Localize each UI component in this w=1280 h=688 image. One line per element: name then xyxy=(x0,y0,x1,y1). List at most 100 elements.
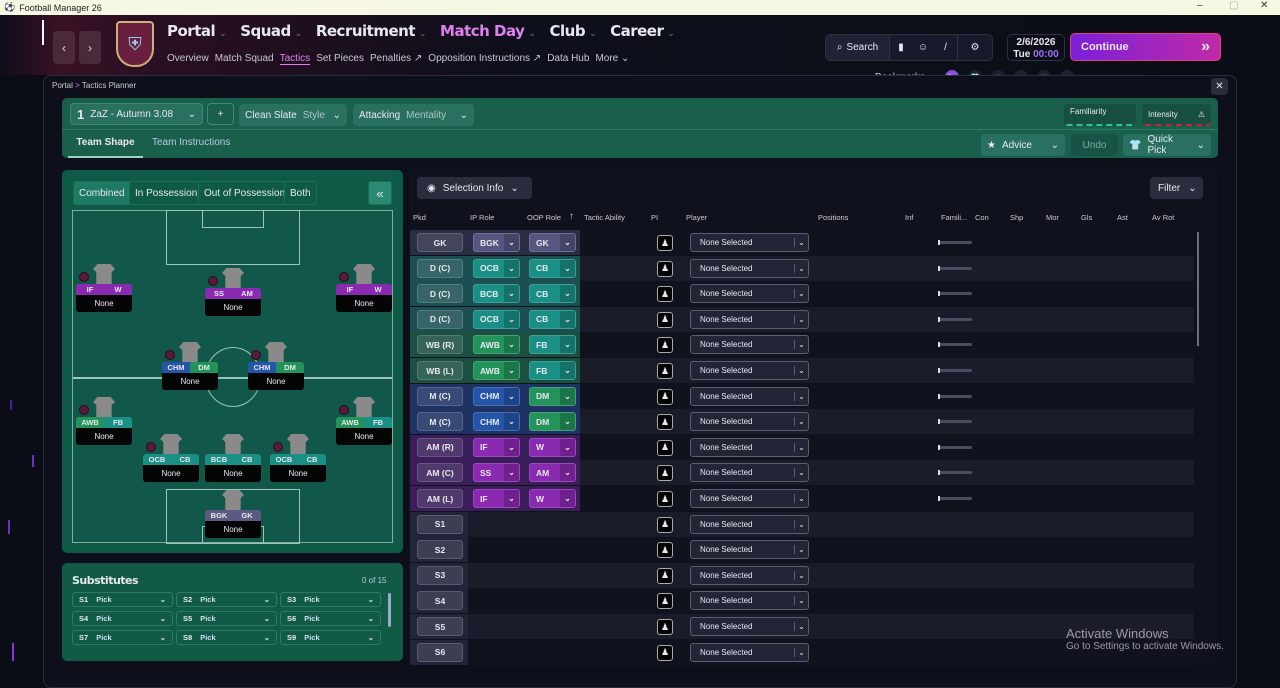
close-panel-button[interactable]: ✕ xyxy=(1211,78,1228,95)
player-card[interactable]: AWB FB None xyxy=(336,397,392,445)
player-instructions-icon[interactable]: ♟ xyxy=(657,542,673,559)
player-instructions-icon[interactable]: ♟ xyxy=(657,363,673,379)
picked-position[interactable]: WB (R) xyxy=(417,335,463,355)
ip-role-dropdown[interactable]: SS ⌄ xyxy=(473,463,520,483)
minimize-button[interactable]: – xyxy=(1197,0,1203,11)
column-header[interactable]: OOP Role xyxy=(527,213,561,222)
player-dropdown[interactable]: None Selected ⌄ xyxy=(690,284,809,304)
maximize-button[interactable]: ▢ xyxy=(1229,0,1238,11)
mode-both[interactable]: Both xyxy=(284,181,317,205)
ip-role-dropdown[interactable]: AWB ⌄ xyxy=(473,335,520,355)
player-dropdown[interactable]: None Selected ⌄ xyxy=(690,386,809,406)
player-instructions-icon[interactable]: ♟ xyxy=(657,414,673,431)
sub-slot-s6[interactable]: S6 Pick ⌄ xyxy=(280,611,381,626)
subnav-item[interactable]: Tactics xyxy=(279,53,311,65)
sub-slot-s5[interactable]: S5 Pick ⌄ xyxy=(176,611,277,626)
player-instructions-icon[interactable]: ♟ xyxy=(657,311,673,328)
subnav-item[interactable]: Set Pieces xyxy=(316,53,364,65)
picked-position[interactable]: AM (L) xyxy=(417,489,463,508)
player-dropdown[interactable]: None Selected ⌄ xyxy=(690,258,809,278)
oop-role-dropdown[interactable]: CB ⌄ xyxy=(529,258,576,278)
column-header[interactable]: Shp xyxy=(1010,213,1023,222)
player-instructions-icon[interactable]: ♟ xyxy=(657,388,673,405)
picked-position[interactable]: AM (C) xyxy=(417,463,463,483)
nav-portal[interactable]: Portal ⌄ xyxy=(167,22,227,40)
player-card[interactable]: BCB CB None xyxy=(205,434,261,482)
player-dropdown[interactable]: None Selected ⌄ xyxy=(690,412,809,432)
column-header[interactable]: Mor xyxy=(1046,213,1059,222)
player-card[interactable]: SS AM None xyxy=(205,268,261,316)
picked-position[interactable]: S4 xyxy=(417,591,463,611)
club-crest[interactable]: ⛨ xyxy=(116,21,154,67)
picked-position[interactable]: M (C) xyxy=(417,412,463,432)
breadcrumb-portal[interactable]: Portal xyxy=(52,81,73,90)
player-instructions-icon[interactable]: ♟ xyxy=(657,593,673,610)
column-header[interactable]: Ast xyxy=(1117,213,1128,222)
intensity-meter[interactable]: Intensity ⚠ xyxy=(1142,104,1211,126)
subnav-item[interactable]: More ⌄ xyxy=(595,53,629,65)
picked-position[interactable]: M (C) xyxy=(417,386,463,406)
sub-slot-s2[interactable]: S2 Pick ⌄ xyxy=(176,592,277,607)
oop-role-dropdown[interactable]: CB ⌄ xyxy=(529,309,576,329)
player-card[interactable]: OCB CB None xyxy=(143,434,199,482)
nav-career[interactable]: Career ⌄ xyxy=(610,22,675,40)
table-scrollbar[interactable] xyxy=(1197,232,1199,346)
selection-info-dropdown[interactable]: ◉ Selection Info ⌄ xyxy=(417,177,532,199)
ip-role-dropdown[interactable]: AWB ⌄ xyxy=(473,361,520,380)
ip-role-dropdown[interactable]: IF ⌄ xyxy=(473,489,520,508)
column-header[interactable]: Con xyxy=(975,213,989,222)
column-header[interactable]: PI xyxy=(651,213,658,222)
oop-role-dropdown[interactable]: FB ⌄ xyxy=(529,361,576,380)
sub-slot-s8[interactable]: S8 Pick ⌄ xyxy=(176,630,277,645)
player-dropdown[interactable]: None Selected ⌄ xyxy=(690,617,809,636)
quick-pick-button[interactable]: 👕 Quick Pick ⌄ xyxy=(1123,134,1211,156)
tab-team-instructions[interactable]: Team Instructions xyxy=(152,132,230,158)
player-instructions-icon[interactable]: ♟ xyxy=(657,619,673,635)
player-card[interactable]: CHM DM None xyxy=(248,342,304,390)
date-display[interactable]: 2/6/2026 Tue 00:00 xyxy=(1007,34,1065,61)
player-dropdown[interactable]: None Selected ⌄ xyxy=(690,489,809,508)
player-instructions-icon[interactable]: ♟ xyxy=(657,644,673,661)
player-card[interactable]: CHM DM None xyxy=(162,342,218,390)
add-tactic-button[interactable]: + xyxy=(207,103,234,125)
tactic-selector[interactable]: 1 ZaZ - Autumn 3.08 ⌄ xyxy=(70,103,203,125)
player-dropdown[interactable]: None Selected ⌄ xyxy=(690,591,809,611)
player-instructions-icon[interactable]: ♟ xyxy=(657,465,673,482)
picked-position[interactable]: S1 xyxy=(417,514,463,534)
column-header[interactable]: Av Rot xyxy=(1152,213,1174,222)
mode-out-of-possession[interactable]: Out of Possession xyxy=(198,181,292,205)
sub-slot-s9[interactable]: S9 Pick ⌄ xyxy=(280,630,381,645)
collapse-button[interactable]: « xyxy=(368,181,392,205)
ip-role-dropdown[interactable]: OCB ⌄ xyxy=(473,258,520,278)
filter-dropdown[interactable]: Filter ⌄ xyxy=(1150,177,1203,199)
search-button[interactable]: ⌕ Search xyxy=(826,35,890,60)
nav-recruitment[interactable]: Recruitment ⌄ xyxy=(316,22,427,40)
subs-scrollbar[interactable] xyxy=(388,593,391,627)
subnav-item[interactable]: Data Hub xyxy=(547,53,589,65)
picked-position[interactable]: D (C) xyxy=(417,258,463,278)
continue-button[interactable]: Continue » xyxy=(1070,33,1221,61)
sub-slot-s4[interactable]: S4 Pick ⌄ xyxy=(72,611,173,626)
sub-slot-s3[interactable]: S3 Pick ⌄ xyxy=(280,592,381,607)
column-header[interactable]: IP Role xyxy=(470,213,494,222)
subnav-item[interactable]: Match Squad xyxy=(215,53,274,65)
nav-club[interactable]: Club ⌄ xyxy=(549,22,596,40)
column-header[interactable]: Inf xyxy=(905,213,913,222)
picked-position[interactable]: GK xyxy=(417,233,463,252)
ip-role-dropdown[interactable]: BCB ⌄ xyxy=(473,284,520,304)
column-header[interactable]: Player xyxy=(686,213,707,222)
player-dropdown[interactable]: None Selected ⌄ xyxy=(690,463,809,483)
player-dropdown[interactable]: None Selected ⌄ xyxy=(690,437,809,457)
gear-icon[interactable]: ⚙ xyxy=(958,35,992,60)
subnav-item[interactable]: Penalties ↗ xyxy=(370,53,422,65)
oop-role-dropdown[interactable]: GK ⌄ xyxy=(529,233,576,252)
subnav-item[interactable]: Opposition Instructions ↗ xyxy=(428,53,541,65)
picked-position[interactable]: S6 xyxy=(417,642,463,662)
oop-role-dropdown[interactable]: DM ⌄ xyxy=(529,386,576,406)
picked-position[interactable]: D (C) xyxy=(417,309,463,329)
mentality-dropdown[interactable]: Attacking Mentality ⌄ xyxy=(353,104,474,126)
oop-role-dropdown[interactable]: DM ⌄ xyxy=(529,412,576,432)
undo-button[interactable]: Undo xyxy=(1071,134,1118,156)
mode-combined[interactable]: Combined xyxy=(73,181,131,205)
oop-role-dropdown[interactable]: W ⌄ xyxy=(529,489,576,508)
